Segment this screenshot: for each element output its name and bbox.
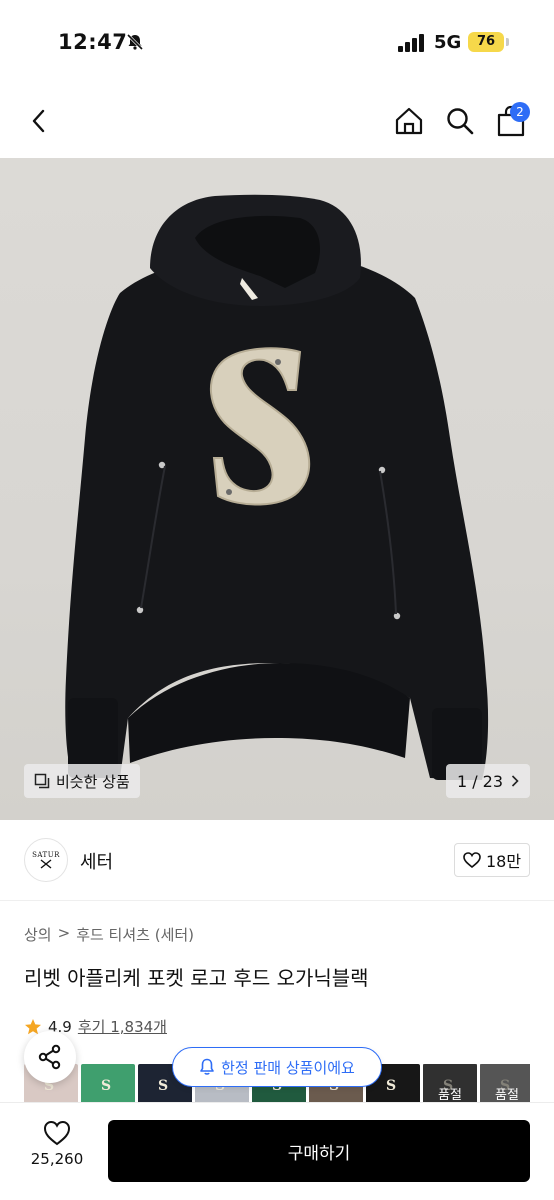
cart-count-badge: 2 [510,102,530,122]
bell-icon [200,1058,214,1075]
divider [0,900,554,901]
status-bar: 12:47 5G 76 [0,0,554,86]
search-button[interactable] [443,104,477,138]
network-type: 5G [434,32,462,53]
logo-mark: S [158,1078,169,1094]
share-icon [38,1044,61,1070]
product-image[interactable] [0,158,554,820]
limited-sale-text: 한정 판매 상품이에요 [221,1058,355,1077]
sold-out-overlay: 품절 [423,1064,477,1104]
brand-logo-text: SATUR [32,851,60,859]
logo-mark: S [101,1078,112,1094]
home-icon [395,107,423,135]
brand-name[interactable]: 세터 [80,848,113,874]
breadcrumb-separator: > [57,924,71,942]
logo-mark: S [386,1078,397,1094]
buy-button[interactable]: 구매하기 [108,1120,530,1182]
heart-icon [43,1120,71,1146]
battery-indicator: 76 [468,32,504,52]
similar-products-label: 비슷한 상품 [56,772,130,791]
image-counter[interactable]: 1 / 23 [446,764,530,798]
wishlist-button[interactable]: 25,260 [24,1120,90,1180]
brand-like-button[interactable]: 18만 [454,843,530,877]
battery-tip [506,38,509,46]
chevron-left-icon [32,109,45,133]
color-thumbnail[interactable]: S품절 [480,1064,530,1104]
search-icon [447,108,474,135]
bell-muted-icon [126,33,144,51]
wishlist-count: 25,260 [30,1150,84,1168]
home-button[interactable] [392,104,426,138]
heart-icon [463,852,481,868]
back-button[interactable] [22,104,56,138]
image-counter-text: 1 / 23 [456,771,504,791]
limited-sale-toast: 한정 판매 상품이에요 [172,1047,382,1087]
crossed-swords-icon [40,859,52,869]
breadcrumb-subcategory[interactable]: 후드 티셔츠 (세터) [76,924,194,945]
chevron-right-icon [511,775,519,787]
breadcrumb-category[interactable]: 상의 [24,924,52,945]
hoodie-image [65,194,489,780]
signal-icon [398,34,424,52]
similar-items-icon [34,773,50,789]
color-thumbnail[interactable]: S품절 [423,1064,477,1104]
review-count-link[interactable]: 후기 1,834개 [78,1016,167,1037]
breadcrumb: 상의 > 후드 티셔츠 (세터) [24,924,194,945]
similar-products-button[interactable]: 비슷한 상품 [24,764,140,798]
clock: 12:47 [58,30,128,54]
top-nav [0,86,554,158]
brand-like-count: 18만 [485,852,522,871]
color-thumbnail[interactable]: S [81,1064,135,1104]
share-button[interactable] [24,1031,76,1083]
product-title: 리벳 아플리케 포켓 로고 후드 오가닉블랙 [24,966,369,990]
brand-logo[interactable]: SATUR [24,838,68,882]
sold-out-overlay: 품절 [480,1064,530,1104]
